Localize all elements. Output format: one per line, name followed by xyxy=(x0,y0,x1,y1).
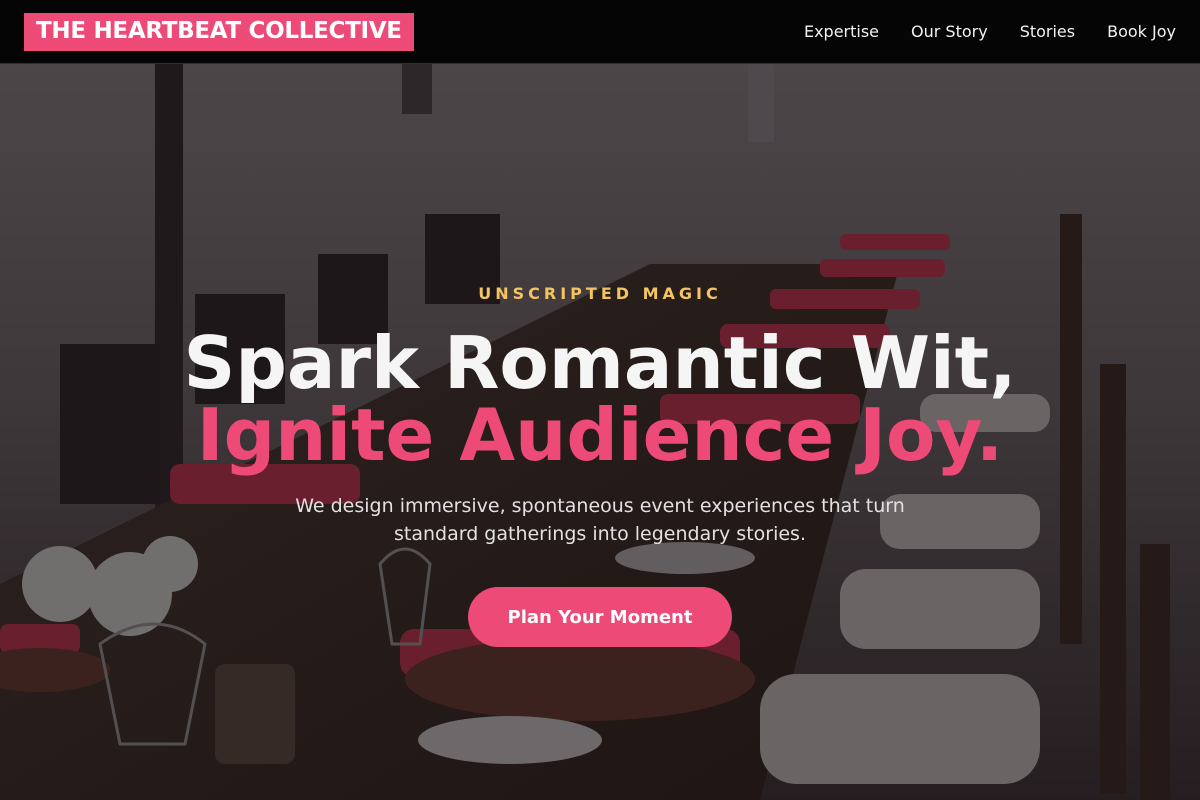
hero-subtitle: We design immersive, spontaneous event e… xyxy=(295,495,905,545)
nav-link-book-joy[interactable]: Book Joy xyxy=(1107,22,1176,41)
nav-link-our-story[interactable]: Our Story xyxy=(911,22,988,41)
hero-eyebrow: UNSCRIPTED MAGIC xyxy=(478,284,722,303)
plan-your-moment-button[interactable]: Plan Your Moment xyxy=(468,587,732,647)
hero-section: UNSCRIPTED MAGIC Spark Romantic Wit, Ign… xyxy=(0,64,1200,800)
nav-link-expertise[interactable]: Expertise xyxy=(804,22,879,41)
nav-link-stories[interactable]: Stories xyxy=(1020,22,1075,41)
hero-title-line-2: Ignite Audience Joy. xyxy=(196,393,1004,477)
brand-logo[interactable]: THE HEARTBEAT COLLECTIVE xyxy=(24,12,414,51)
hero-content: UNSCRIPTED MAGIC Spark Romantic Wit, Ign… xyxy=(0,64,1200,800)
main-nav: Expertise Our Story Stories Book Joy xyxy=(804,22,1176,41)
site-header: THE HEARTBEAT COLLECTIVE Expertise Our S… xyxy=(0,0,1200,64)
